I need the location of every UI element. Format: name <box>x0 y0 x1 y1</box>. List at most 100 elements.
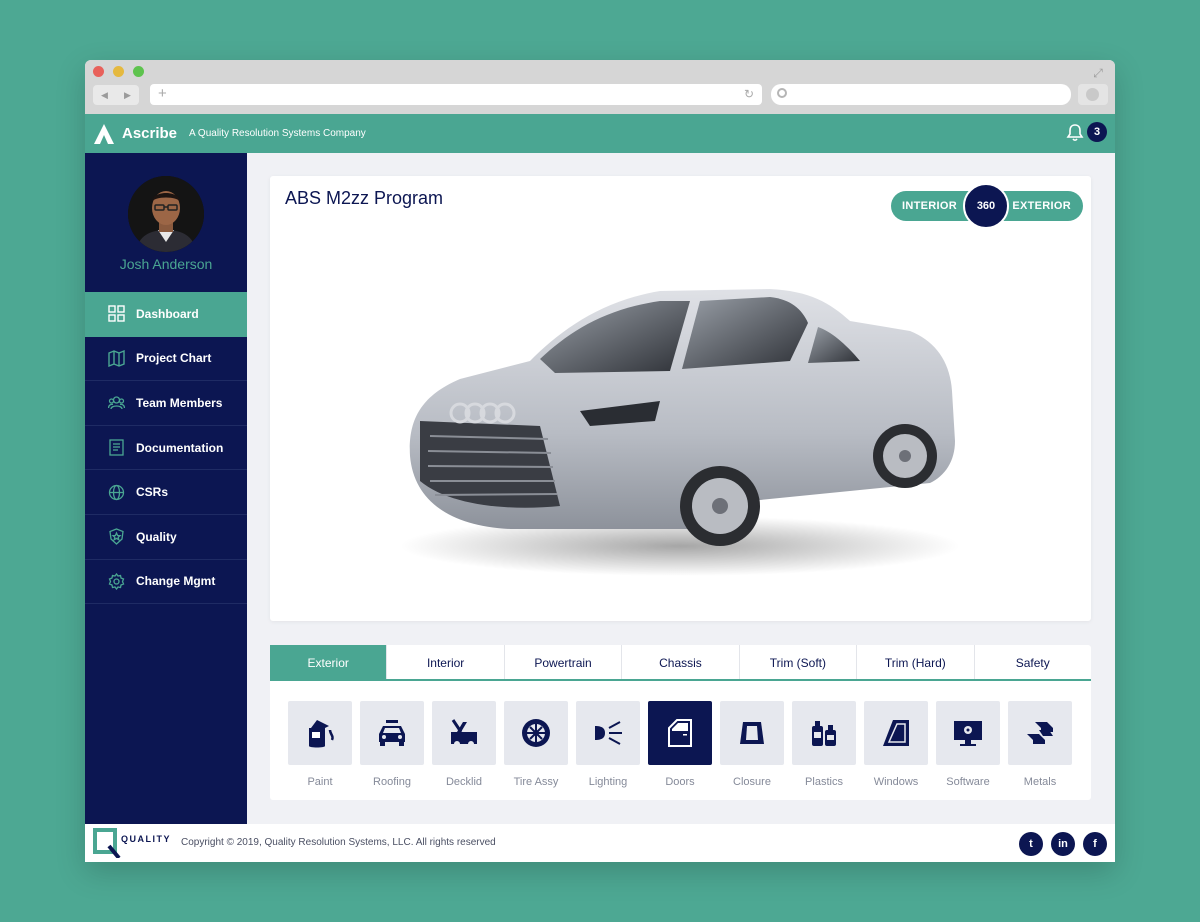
sidebar-item-team-members[interactable]: Team Members <box>85 381 247 426</box>
sidebar-item-label: CSRs <box>136 485 169 500</box>
door-icon <box>668 719 692 747</box>
tab-exterior[interactable]: Exterior <box>270 645 388 679</box>
history-nav: ◀ ▶ <box>93 85 139 105</box>
gear-icon <box>108 572 125 590</box>
facebook-icon[interactable]: f <box>1083 832 1107 856</box>
category-label: Closure <box>733 776 771 788</box>
reload-icon[interactable]: ↻ <box>744 87 754 101</box>
category-label: Roofing <box>373 776 411 788</box>
address-bar[interactable]: + ↻ <box>150 84 762 105</box>
browser-search-field[interactable] <box>771 84 1071 105</box>
category-metals[interactable]: Metals <box>1008 701 1072 788</box>
bell-icon[interactable] <box>1065 123 1085 143</box>
sidebar-item-csrs[interactable]: CSRs <box>85 470 247 515</box>
footer: QUALITY Copyright © 2019, Quality Resolu… <box>85 824 1115 862</box>
sidebar-item-label: Project Chart <box>136 351 212 366</box>
tab-powertrain[interactable]: Powertrain <box>505 645 623 679</box>
category-windows[interactable]: Windows <box>864 701 928 788</box>
category-tire-assy[interactable]: Tire Assy <box>504 701 568 788</box>
browser-window: ⤢ ◀ ▶ + ↻ Ascribe A Quality Resolution S… <box>85 60 1115 862</box>
category-label: Paint <box>307 776 333 788</box>
category-tabs: Exterior Interior Powertrain Chassis Tri… <box>270 645 1091 681</box>
paint-icon <box>309 720 334 748</box>
browser-chrome: ⤢ ◀ ▶ + ↻ <box>85 60 1115 114</box>
view-toggle[interactable]: INTERIOR 360 EXTERIOR <box>891 183 1083 229</box>
document-icon <box>109 439 124 456</box>
category-label: Windows <box>873 776 919 788</box>
category-label: Metals <box>1023 776 1057 788</box>
fullscreen-icon[interactable]: ⤢ <box>1091 66 1105 80</box>
car-image <box>400 289 960 576</box>
map-icon <box>108 349 125 367</box>
category-lighting[interactable]: Lighting <box>576 701 640 788</box>
sidebar-item-label: Dashboard <box>136 306 199 321</box>
category-doors[interactable]: Doors <box>648 701 712 788</box>
category-tiles: Paint Roofing Decklid Tire Assy Lighting… <box>288 701 1080 788</box>
tab-trim-soft[interactable]: Trim (Soft) <box>740 645 858 679</box>
copyright-text: Copyright © 2019, Quality Resolution Sys… <box>181 837 496 848</box>
closure-icon <box>740 722 764 744</box>
grid-icon <box>108 305 125 322</box>
page-title: ABS M2zz Program <box>285 188 444 208</box>
category-label: Lighting <box>588 776 628 788</box>
exterior-toggle-option[interactable]: EXTERIOR <box>1012 200 1071 212</box>
category-label: Doors <box>665 776 695 788</box>
app-name: Ascribe <box>122 125 178 142</box>
bottles-icon <box>812 721 836 746</box>
monitor-icon <box>954 721 982 746</box>
category-software[interactable]: Software <box>936 701 1000 788</box>
category-label: Software <box>946 776 990 788</box>
category-plastics[interactable]: Plastics <box>792 701 856 788</box>
browser-profile-button[interactable] <box>1078 84 1108 105</box>
sidebar: Josh Anderson Dashboard Project Chart Te… <box>85 153 247 824</box>
maximize-window-button[interactable] <box>133 66 144 77</box>
tire-icon <box>522 719 550 747</box>
category-roofing[interactable]: Roofing <box>360 701 424 788</box>
interior-toggle-option[interactable]: INTERIOR <box>902 200 957 212</box>
badge-icon <box>109 528 124 546</box>
headlight-icon <box>595 721 622 745</box>
sidebar-item-label: Quality <box>136 529 177 544</box>
close-window-button[interactable] <box>93 66 104 77</box>
forward-icon[interactable]: ▶ <box>124 90 131 101</box>
notification-count-badge[interactable]: 3 <box>1087 122 1107 142</box>
tab-safety[interactable]: Safety <box>975 645 1091 679</box>
twitter-icon[interactable]: t <box>1019 832 1043 856</box>
category-paint[interactable]: Paint <box>288 701 352 788</box>
vehicle-viewer-card: ABS M2zz Program INTERIOR 360 EXTERIOR <box>270 176 1091 621</box>
car-roof-icon <box>379 720 405 746</box>
window-icon <box>883 720 909 746</box>
sidebar-item-label: Documentation <box>136 440 224 455</box>
minimize-window-button[interactable] <box>113 66 124 77</box>
search-icon <box>777 88 787 98</box>
app-header: Ascribe A Quality Resolution Systems Com… <box>85 114 1115 153</box>
sidebar-item-documentation[interactable]: Documentation <box>85 426 247 471</box>
category-label: Decklid <box>445 776 483 788</box>
sidebar-item-project-chart[interactable]: Project Chart <box>85 337 247 382</box>
ascribe-logo-icon <box>93 123 115 145</box>
tab-interior[interactable]: Interior <box>387 645 505 679</box>
category-decklid[interactable]: Decklid <box>432 701 496 788</box>
back-icon[interactable]: ◀ <box>101 90 108 101</box>
rotate-360-button[interactable]: 360 <box>963 183 1009 229</box>
category-panel: Exterior Interior Powertrain Chassis Tri… <box>270 645 1091 800</box>
sidebar-item-label: Team Members <box>136 395 223 410</box>
team-icon <box>108 396 125 410</box>
linkedin-icon[interactable]: in <box>1051 832 1075 856</box>
tab-trim-hard[interactable]: Trim (Hard) <box>857 645 975 679</box>
decklid-icon <box>451 719 477 747</box>
sidebar-item-change-mgmt[interactable]: Change Mgmt <box>85 560 247 605</box>
new-tab-icon[interactable]: + <box>158 86 167 102</box>
sidebar-item-dashboard[interactable]: Dashboard <box>85 292 247 337</box>
sidebar-menu: Dashboard Project Chart Team Members Doc… <box>85 292 247 605</box>
app-tagline: A Quality Resolution Systems Company <box>189 128 366 139</box>
sidebar-item-label: Change Mgmt <box>136 574 216 589</box>
category-closure[interactable]: Closure <box>720 701 784 788</box>
quality-logo-text: QUALITY <box>121 834 171 844</box>
tab-chassis[interactable]: Chassis <box>622 645 740 679</box>
ingots-icon <box>1027 722 1053 744</box>
user-name: Josh Anderson <box>119 256 213 272</box>
quality-logo: QUALITY <box>93 828 173 860</box>
sidebar-item-quality[interactable]: Quality <box>85 515 247 560</box>
user-avatar[interactable] <box>128 176 204 252</box>
